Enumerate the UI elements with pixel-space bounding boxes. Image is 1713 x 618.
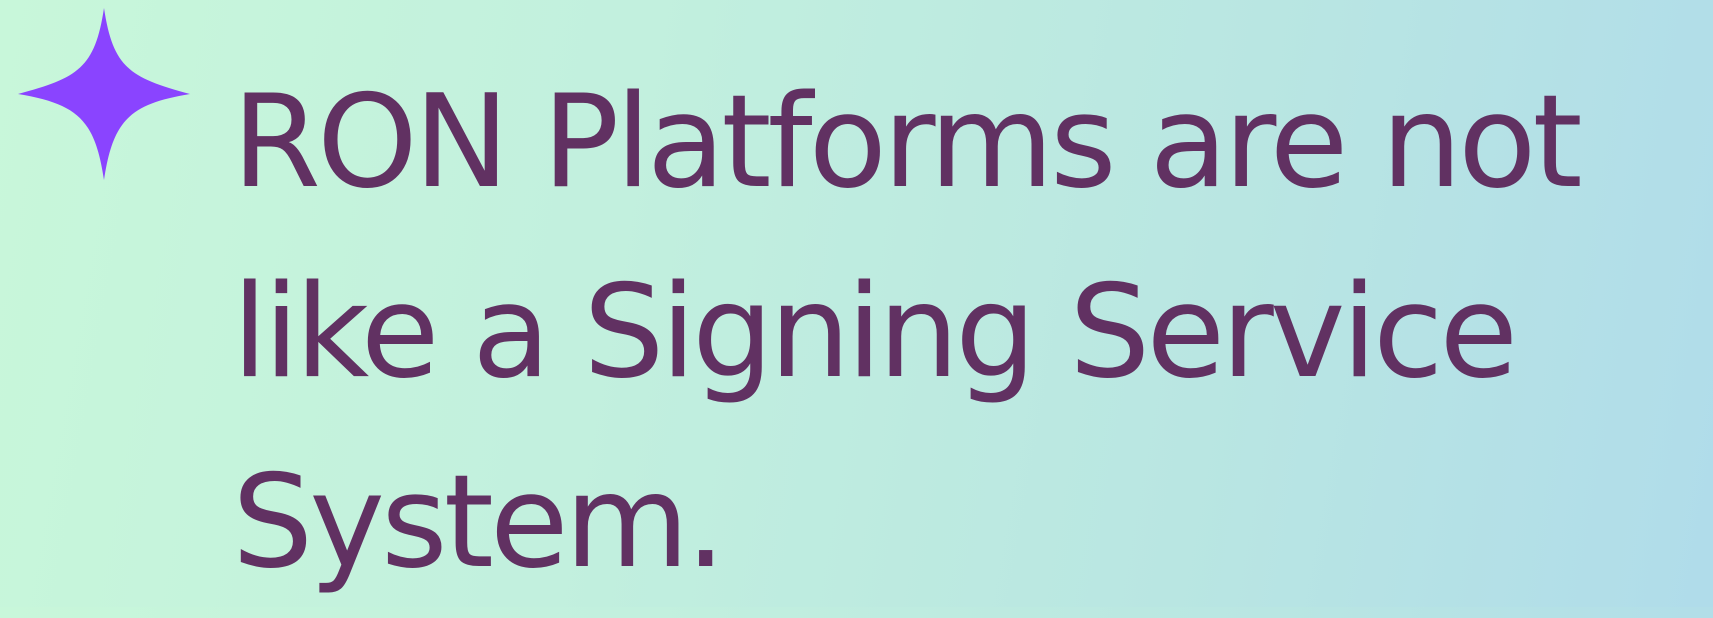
slide-headline: RON Platforms are not like a Signing Ser… xyxy=(232,68,1583,597)
sparkle-icon xyxy=(18,8,190,180)
